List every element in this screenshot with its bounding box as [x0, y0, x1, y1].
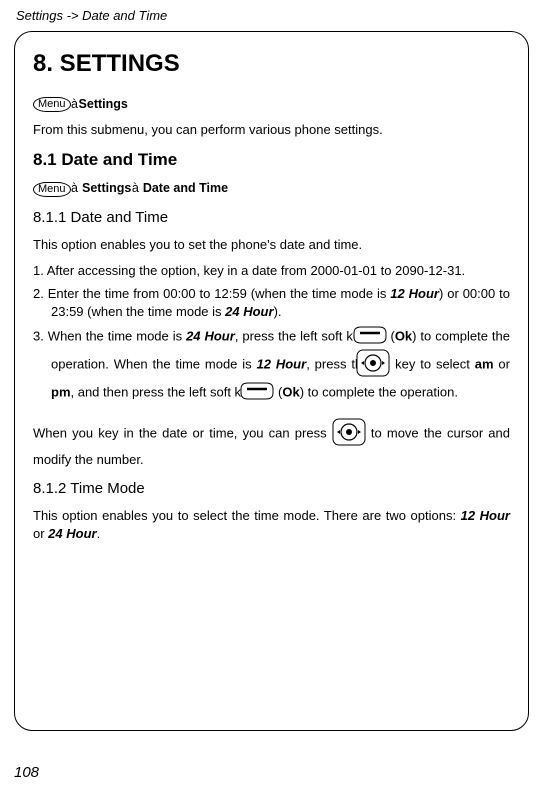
nav-key-icon	[332, 418, 366, 451]
nav-key-icon	[374, 349, 390, 382]
left-softkey-icon	[258, 382, 274, 405]
heading-812: 8.1.2 Time Mode	[33, 480, 510, 497]
intro-text: From this submenu, you can perform vario…	[33, 121, 510, 139]
note-text: When you key in the date or time, you ca…	[33, 418, 510, 468]
step-1: 1. After accessing the option, key in a …	[33, 262, 510, 280]
steps-list: 1. After accessing the option, key in a …	[33, 262, 510, 404]
page-number: 108	[14, 764, 39, 781]
nav-path-2: Menuà Settingsà Date and Time	[33, 180, 510, 197]
text-812: This option enables you to select the ti…	[33, 507, 510, 542]
arrow-icon: à	[131, 180, 139, 197]
breadcrumb: Settings -> Date and Time	[16, 8, 529, 23]
nav-path-1: MenuàSettings	[33, 96, 510, 113]
text-811: This option enables you to set the phone…	[33, 236, 510, 254]
heading-811: 8.1.1 Date and Time	[33, 209, 510, 226]
menu-key-icon: Menu	[33, 182, 71, 197]
nav-datetime-label: Date and Time	[143, 181, 228, 195]
left-softkey-icon	[371, 326, 387, 349]
nav-settings-label: Settings	[82, 181, 131, 195]
heading-date-time: 8.1 Date and Time	[33, 150, 510, 170]
arrow-icon: à	[71, 96, 79, 113]
arrow-icon: à	[71, 180, 79, 197]
heading-settings: 8. SETTINGS	[33, 50, 510, 78]
step-2: 2. Enter the time from 00:00 to 12:59 (w…	[33, 285, 510, 320]
nav-settings-label: Settings	[79, 97, 128, 111]
menu-key-icon: Menu	[33, 97, 71, 112]
step-3: 3. When the time mode is 24 Hour, press …	[33, 326, 510, 404]
content-frame: 8. SETTINGS MenuàSettings From this subm…	[14, 31, 529, 731]
